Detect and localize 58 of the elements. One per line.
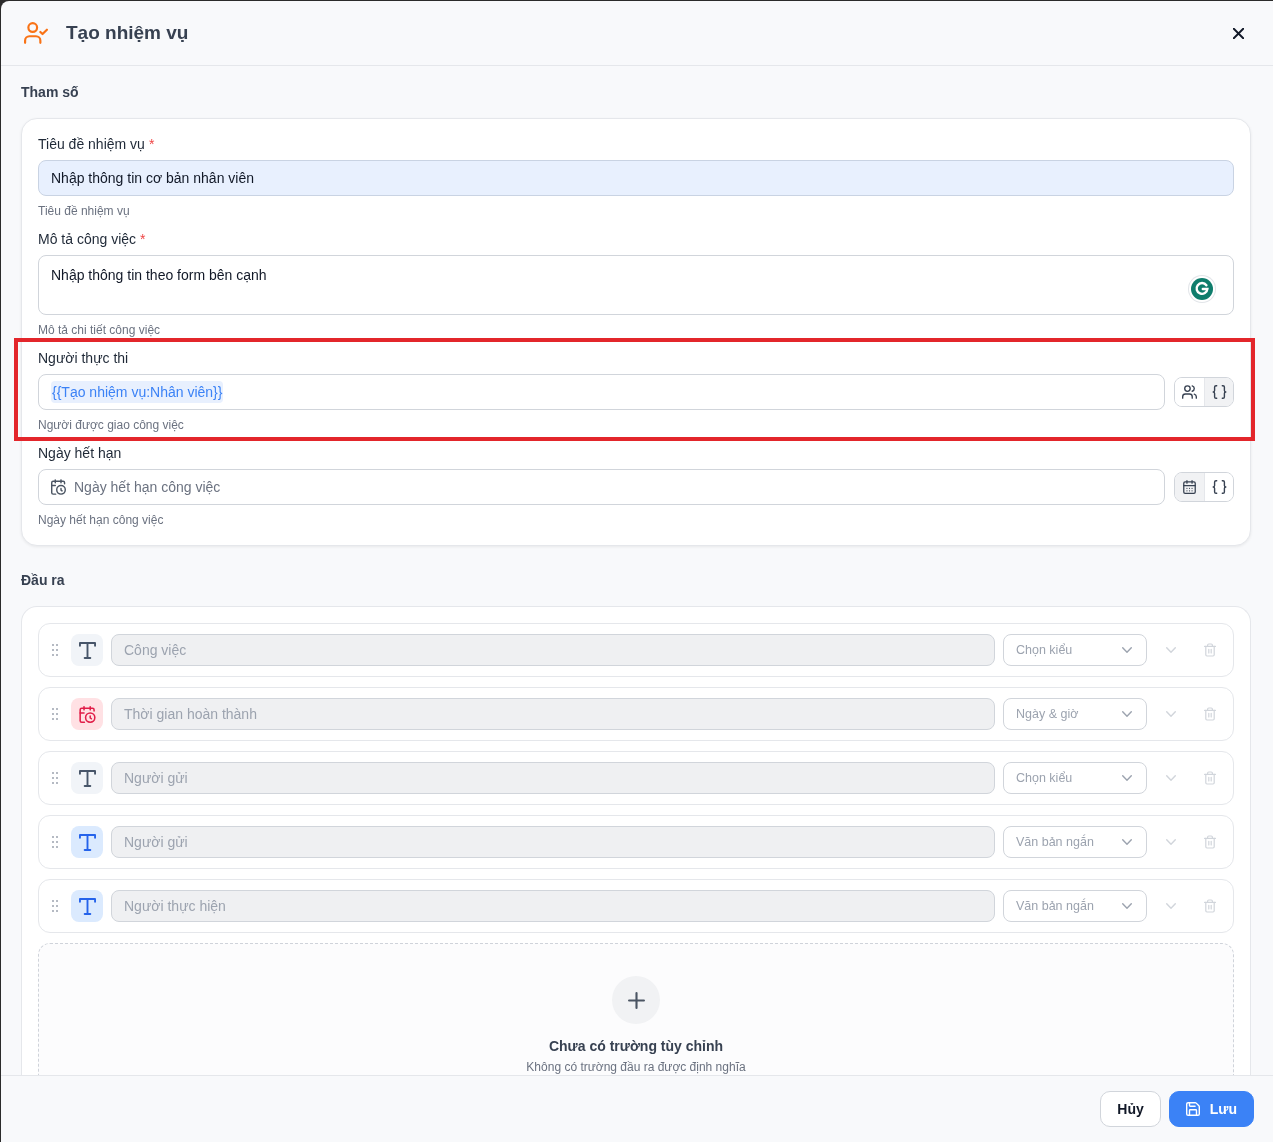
chevron-down-icon bbox=[1122, 839, 1132, 845]
assignee-field[interactable]: {{Tạo nhiệm vụ:Nhân viên}} bbox=[38, 374, 1165, 410]
save-button[interactable]: Lưu bbox=[1168, 1091, 1254, 1127]
braces-icon bbox=[1211, 385, 1227, 399]
chevron-down-icon[interactable] bbox=[1166, 839, 1176, 845]
empty-state-subtitle: Không có trường đầu ra được định nghĩa bbox=[526, 1060, 746, 1074]
calendar-clock-icon bbox=[71, 698, 103, 730]
empty-state-title: Chưa có trường tùy chỉnh bbox=[548, 1037, 724, 1056]
help-text: Người được giao công việc bbox=[38, 417, 185, 433]
plus-icon[interactable] bbox=[612, 976, 660, 1024]
help-text: Ngày hết hạn công việc bbox=[38, 512, 165, 528]
close-icon bbox=[1232, 27, 1244, 39]
field-label: Ngày hết hạn bbox=[38, 444, 123, 463]
chevron-down-icon[interactable] bbox=[1166, 775, 1176, 781]
text-type-icon bbox=[71, 890, 103, 922]
drag-handle-icon[interactable] bbox=[52, 772, 58, 784]
cancel-button[interactable]: Hủy bbox=[1100, 1091, 1161, 1127]
chevron-down-icon bbox=[1122, 903, 1132, 909]
variable-token: {{Tạo nhiệm vụ:Nhân viên}} bbox=[51, 381, 224, 403]
user-check-icon bbox=[24, 22, 48, 44]
variable-button[interactable] bbox=[1204, 473, 1233, 501]
trash-icon[interactable] bbox=[1204, 643, 1216, 657]
variable-button[interactable] bbox=[1204, 378, 1233, 406]
due-date-field[interactable]: Ngày hết hạn công việc bbox=[38, 469, 1165, 505]
trash-icon[interactable] bbox=[1204, 707, 1216, 721]
drag-handle-icon[interactable] bbox=[52, 836, 58, 848]
drag-handle-icon[interactable] bbox=[52, 900, 58, 912]
trash-icon[interactable] bbox=[1204, 835, 1216, 849]
text-type-icon bbox=[71, 762, 103, 794]
field-label: Tiêu đề nhiệm vụ * bbox=[38, 135, 156, 154]
chevron-down-icon bbox=[1122, 647, 1132, 653]
text-type-icon bbox=[71, 634, 103, 666]
text-input[interactable]: Nhập thông tin cơ bản nhân viên bbox=[38, 160, 1234, 196]
users-icon bbox=[1182, 385, 1197, 399]
chevron-down-icon[interactable] bbox=[1166, 903, 1176, 909]
description-textarea[interactable]: Nhập thông tin theo form bên cạnh bbox=[38, 255, 1234, 315]
dialog-title: Tạo nhiệm vụ bbox=[66, 22, 189, 44]
help-text: Tiêu đề nhiệm vụ bbox=[38, 203, 131, 219]
trash-icon[interactable] bbox=[1204, 899, 1216, 913]
writing-assistant-icon[interactable] bbox=[1188, 275, 1216, 303]
save-icon bbox=[1185, 1102, 1200, 1116]
section-heading: Đầu ra bbox=[21, 571, 66, 590]
date-picker-button[interactable] bbox=[1175, 473, 1204, 501]
field-label: Người thực thi bbox=[38, 349, 130, 368]
calendar-clock-icon bbox=[51, 479, 66, 495]
drag-handle-icon[interactable] bbox=[52, 644, 58, 656]
braces-icon bbox=[1211, 480, 1227, 494]
chevron-down-icon[interactable] bbox=[1166, 711, 1176, 717]
text-type-icon bbox=[71, 826, 103, 858]
section-heading: Tham số bbox=[21, 83, 80, 102]
trash-icon[interactable] bbox=[1204, 771, 1216, 785]
field-label: Mô tả công việc * bbox=[38, 230, 147, 249]
help-text: Mô tả chi tiết công việc bbox=[38, 322, 162, 338]
chevron-down-icon bbox=[1122, 711, 1132, 717]
calendar-icon bbox=[1182, 480, 1197, 494]
chevron-down-icon[interactable] bbox=[1166, 647, 1176, 653]
drag-handle-icon[interactable] bbox=[52, 708, 58, 720]
chevron-down-icon bbox=[1122, 775, 1132, 781]
